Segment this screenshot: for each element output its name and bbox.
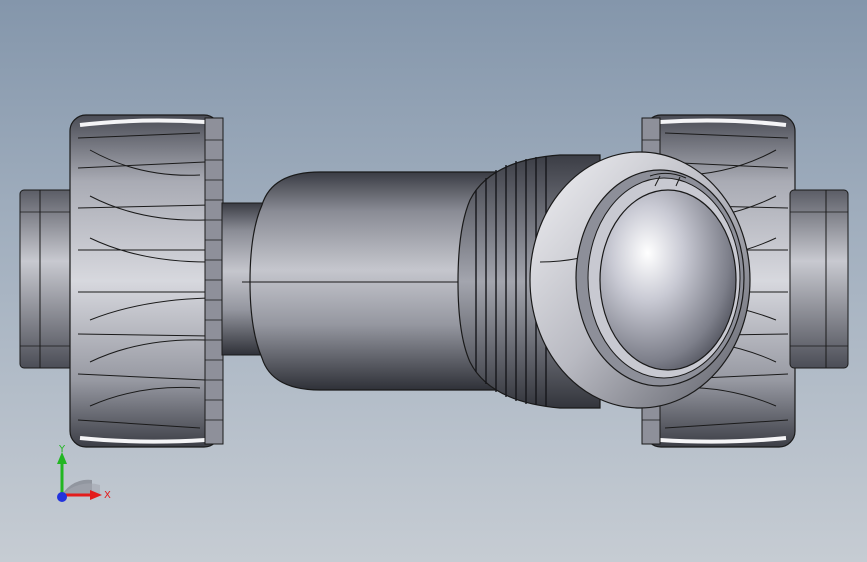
z-axis-dot <box>57 492 67 502</box>
axis-triad[interactable]: Y X <box>57 444 111 502</box>
right-end-connector[interactable] <box>789 189 849 369</box>
y-axis-label: Y <box>58 444 66 455</box>
x-axis-label: X <box>104 490 111 501</box>
left-end-connector[interactable] <box>19 189 79 369</box>
handle-cap[interactable] <box>529 151 751 409</box>
left-union-nut[interactable] <box>69 114 224 448</box>
cad-viewport[interactable]: Y X <box>0 0 867 562</box>
